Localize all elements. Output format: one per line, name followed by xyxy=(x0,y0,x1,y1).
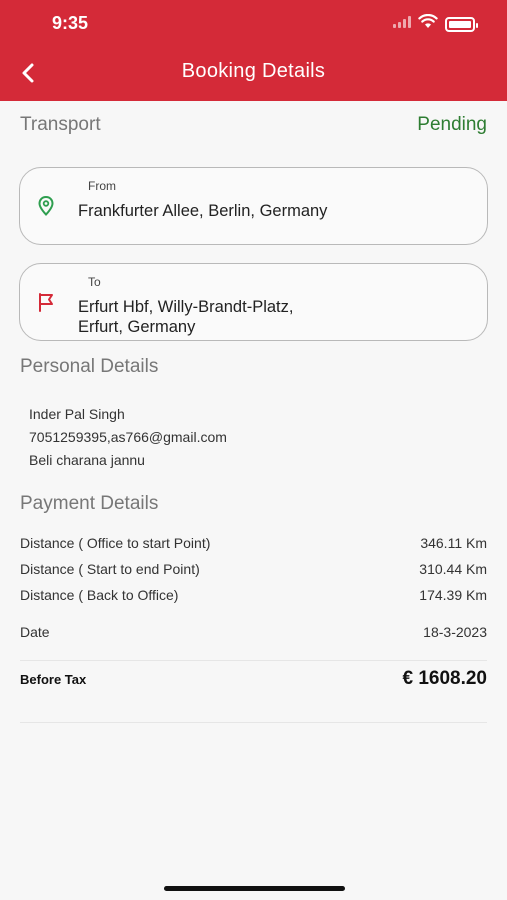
payment-row-label: Distance ( Start to end Point) xyxy=(20,561,200,577)
payment-details-header: Payment Details xyxy=(20,493,487,515)
payment-details-title: Payment Details xyxy=(20,493,159,514)
from-label: From xyxy=(88,179,116,193)
date-label: Date xyxy=(20,624,50,640)
wifi-icon xyxy=(418,13,438,34)
from-location-card[interactable]: From Frankfurter Allee, Berlin, Germany xyxy=(19,167,488,245)
payment-row-value: 174.39 Km xyxy=(419,587,487,603)
payment-row-value: 346.11 Km xyxy=(420,535,487,551)
divider xyxy=(20,722,487,723)
payment-row: Distance ( Start to end Point) 310.44 Km xyxy=(20,561,487,577)
app-header: 9:35 Booking Details xyxy=(0,0,507,101)
page-title: Booking Details xyxy=(181,60,326,82)
payment-row-label: Distance ( Back to Office) xyxy=(20,587,179,603)
date-row: Date 18-3-2023 xyxy=(20,624,487,640)
flag-icon xyxy=(36,291,56,313)
payment-row-label: Distance ( Office to start Point) xyxy=(20,535,211,551)
person-address: Beli charana jannu xyxy=(29,452,145,468)
map-pin-icon xyxy=(36,195,56,217)
status-badge: Pending xyxy=(417,114,487,135)
battery-icon xyxy=(445,16,478,32)
to-location-card[interactable]: To Erfurt Hbf, Willy-Brandt-Platz, Erfur… xyxy=(19,263,488,341)
total-label: Before Tax xyxy=(20,671,87,687)
date-value: 18-3-2023 xyxy=(423,624,487,640)
to-address: Erfurt Hbf, Willy-Brandt-Platz, Erfurt, … xyxy=(78,298,294,336)
person-contact: 7051259395,as766@gmail.com xyxy=(29,429,227,445)
from-address: Frankfurter Allee, Berlin, Germany xyxy=(78,202,328,220)
personal-details-header: Personal Details xyxy=(20,356,487,378)
home-indicator[interactable] xyxy=(164,886,345,891)
payment-row: Distance ( Back to Office) 174.39 Km xyxy=(20,587,487,603)
payment-row-value: 310.44 Km xyxy=(419,561,487,577)
personal-details-title: Personal Details xyxy=(20,356,159,377)
transport-label: Transport xyxy=(20,114,101,135)
to-label: To xyxy=(88,275,101,289)
status-icons xyxy=(393,13,478,34)
payment-row: Distance ( Office to start Point) 346.11… xyxy=(20,535,487,551)
total-value: € 1608.20 xyxy=(402,668,487,689)
signal-icon xyxy=(393,15,411,33)
divider xyxy=(20,660,487,661)
status-time: 9:35 xyxy=(52,13,89,33)
transport-row: Transport Pending xyxy=(20,114,487,136)
total-row: Before Tax € 1608.20 xyxy=(20,668,487,690)
person-name: Inder Pal Singh xyxy=(29,406,125,422)
